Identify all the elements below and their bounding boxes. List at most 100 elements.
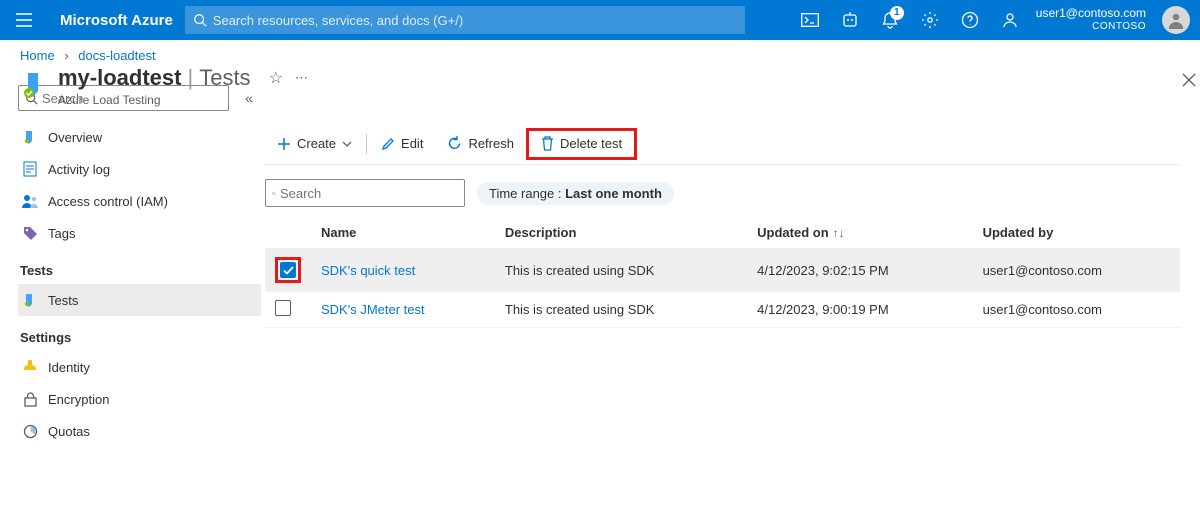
tags-icon — [22, 226, 38, 241]
nav-quotas[interactable]: Quotas — [18, 415, 261, 447]
time-range-label: Time range : — [489, 186, 565, 201]
nav-label: Tests — [48, 293, 78, 308]
breadcrumb-home[interactable]: Home — [20, 48, 55, 63]
activity-icon — [22, 161, 38, 177]
cloud-shell-button[interactable] — [790, 0, 830, 40]
nav-activity-log[interactable]: Activity log — [18, 153, 261, 185]
azure-header: Microsoft Azure 1 user1@contoso.com CONT… — [0, 0, 1200, 40]
filter-row: Time range : Last one month — [265, 179, 1180, 207]
nav-label: Activity log — [48, 162, 110, 177]
cloud-shell-icon — [801, 13, 819, 27]
nav-group-settings: Settings — [18, 316, 261, 351]
account-tenant: CONTOSO — [1092, 20, 1146, 34]
main-pane: my-loadtest | Tests ☆ ⋯ Azure Load Testi… — [265, 71, 1200, 519]
global-search[interactable] — [185, 6, 745, 34]
search-icon — [193, 13, 207, 27]
nav-encryption[interactable]: Encryption — [18, 383, 261, 415]
refresh-label: Refresh — [468, 136, 514, 151]
avatar-icon — [1167, 11, 1185, 29]
hamburger-menu[interactable] — [0, 0, 48, 40]
nav-identity[interactable]: Identity — [18, 351, 261, 383]
more-button[interactable]: ⋯ — [295, 70, 308, 86]
nav-label: Access control (IAM) — [48, 194, 168, 209]
overview-icon — [22, 129, 38, 145]
create-button[interactable]: Create — [265, 128, 364, 160]
table-row[interactable]: SDK's JMeter test This is created using … — [265, 292, 1180, 328]
nav-tests[interactable]: Tests — [18, 284, 261, 316]
brand-label[interactable]: Microsoft Azure — [48, 12, 185, 29]
nav-label: Identity — [48, 360, 90, 375]
resource-icon — [18, 69, 50, 101]
table-row[interactable]: SDK's quick test This is created using S… — [265, 249, 1180, 292]
nav-list: Overview Activity log Access control (IA… — [18, 121, 261, 447]
list-search[interactable] — [265, 179, 465, 207]
list-search-input[interactable] — [276, 185, 458, 202]
account-email: user1@contoso.com — [1036, 6, 1146, 20]
notifications-button[interactable]: 1 — [870, 0, 910, 40]
test-name-link[interactable]: SDK's quick test — [321, 263, 415, 278]
account-block[interactable]: user1@contoso.com CONTOSO — [1030, 6, 1152, 34]
create-label: Create — [297, 136, 336, 151]
copilot-icon — [842, 11, 858, 29]
row-checkbox[interactable] — [280, 262, 296, 278]
test-description: This is created using SDK — [495, 249, 747, 292]
test-name-link[interactable]: SDK's JMeter test — [321, 302, 425, 317]
iam-icon — [22, 194, 38, 208]
trash-icon — [541, 136, 554, 151]
nav-tags[interactable]: Tags — [18, 217, 261, 249]
test-description: This is created using SDK — [495, 292, 747, 328]
col-updated-on[interactable]: Updated on↑↓ — [747, 217, 972, 249]
avatar[interactable] — [1162, 6, 1190, 34]
edit-button[interactable]: Edit — [369, 128, 435, 160]
global-search-input[interactable] — [207, 12, 737, 29]
refresh-button[interactable]: Refresh — [435, 128, 526, 160]
plus-icon — [277, 137, 291, 151]
row-checkbox[interactable] — [275, 300, 291, 316]
tests-table: Name Description Updated on↑↓ Updated by… — [265, 217, 1180, 328]
refresh-icon — [447, 136, 462, 151]
col-description[interactable]: Description — [495, 217, 747, 249]
delete-test-button[interactable]: Delete test — [526, 128, 637, 160]
global-search-wrap — [185, 6, 745, 34]
test-updated-by: user1@contoso.com — [973, 249, 1180, 292]
quota-icon — [22, 424, 38, 439]
left-pane: « Overview Activity log Access control (… — [0, 71, 265, 519]
menu-icon — [16, 13, 32, 27]
sort-icon: ↑↓ — [829, 226, 845, 240]
chevron-down-icon — [342, 141, 352, 147]
close-icon — [1182, 73, 1196, 87]
test-updated-by: user1@contoso.com — [973, 292, 1180, 328]
edit-icon — [381, 137, 395, 151]
time-range-value: Last one month — [565, 186, 662, 201]
delete-label: Delete test — [560, 136, 622, 151]
gear-icon — [921, 11, 939, 29]
favorite-button[interactable]: ☆ — [269, 68, 283, 88]
page-title-row: my-loadtest | Tests ☆ ⋯ — [58, 65, 308, 91]
help-button[interactable] — [950, 0, 990, 40]
test-updated-on: 4/12/2023, 9:02:15 PM — [747, 249, 972, 292]
nav-label: Tags — [48, 226, 75, 241]
command-bar: Create Edit Refresh Delete test — [265, 123, 1180, 165]
close-blade-button[interactable] — [1182, 73, 1196, 92]
feedback-button[interactable] — [990, 0, 1030, 40]
test-updated-on: 4/12/2023, 9:00:19 PM — [747, 292, 972, 328]
time-range-filter[interactable]: Time range : Last one month — [477, 182, 674, 205]
tests-icon — [22, 292, 38, 308]
nav-overview[interactable]: Overview — [18, 121, 261, 153]
notification-badge: 1 — [890, 6, 904, 20]
settings-button[interactable] — [910, 0, 950, 40]
col-name[interactable]: Name — [311, 217, 495, 249]
feedback-icon — [1001, 11, 1019, 29]
breadcrumb-sep: › — [58, 48, 74, 63]
nav-group-tests: Tests — [18, 249, 261, 284]
page-title: my-loadtest — [58, 65, 181, 91]
nav-label: Overview — [48, 130, 102, 145]
nav-label: Encryption — [48, 392, 109, 407]
nav-iam[interactable]: Access control (IAM) — [18, 185, 261, 217]
lock-icon — [22, 392, 38, 407]
col-updated-by[interactable]: Updated by — [973, 217, 1180, 249]
breadcrumb-resource[interactable]: docs-loadtest — [78, 48, 155, 63]
resource-provider: Azure Load Testing — [58, 93, 308, 107]
edit-label: Edit — [401, 136, 423, 151]
copilot-button[interactable] — [830, 0, 870, 40]
